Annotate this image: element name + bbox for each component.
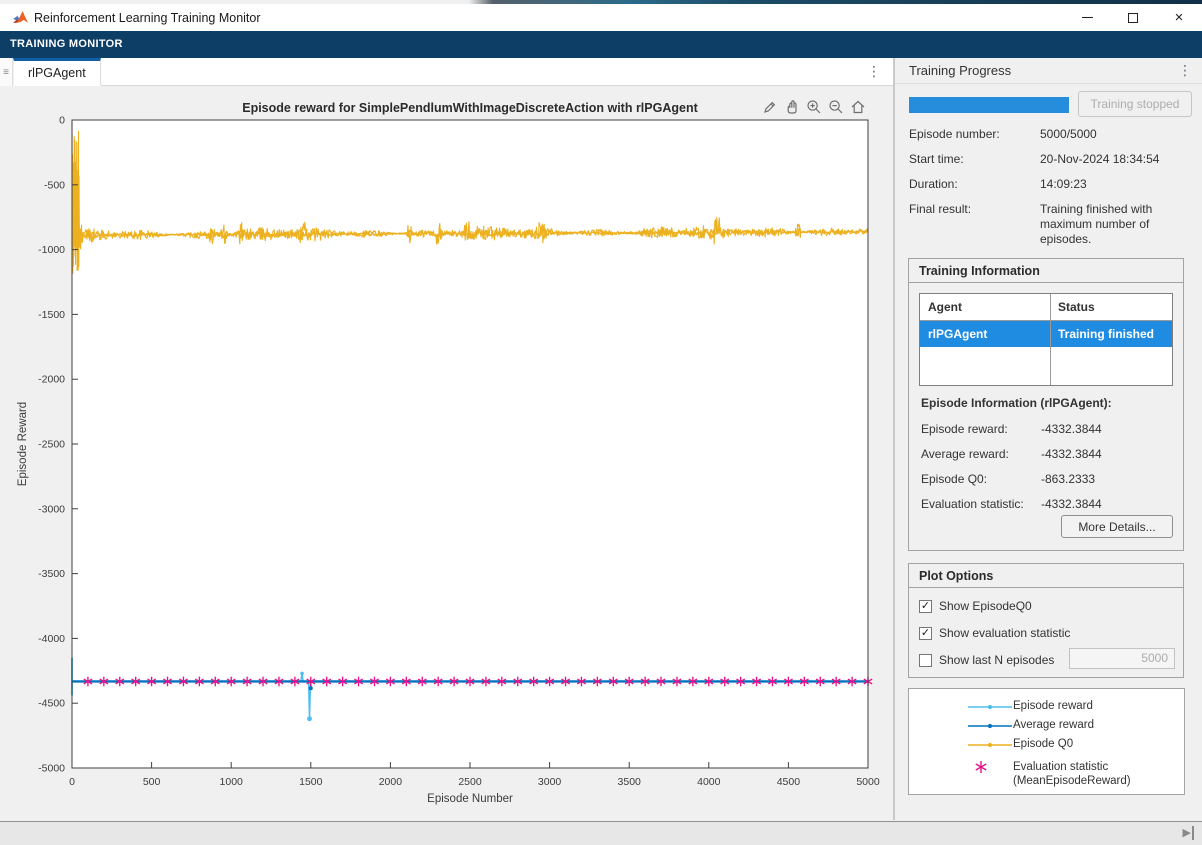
tab-grip-icon[interactable]: ≡	[0, 58, 13, 86]
more-details-button[interactable]: More Details...	[1061, 515, 1173, 538]
training-progress-bar	[909, 97, 1069, 113]
table-header-row: Agent Status	[920, 294, 1172, 321]
svg-text:-3000: -3000	[38, 503, 65, 515]
chart-panel: Episode reward for SimplePendlumWithImag…	[0, 86, 893, 820]
svg-text:-2000: -2000	[38, 374, 65, 386]
table-column-divider	[1050, 294, 1051, 385]
show-episodeq0-checkbox[interactable]: ✓ Show EpisodeQ0	[919, 598, 1032, 614]
checkbox-icon[interactable]: ✓	[919, 626, 932, 640]
svg-text:5000: 5000	[856, 776, 880, 788]
svg-text:2000: 2000	[379, 776, 403, 788]
svg-text:-4000: -4000	[38, 633, 65, 645]
duration-row: Duration: 14:09:23	[909, 177, 1087, 191]
legend-line-dot-icon	[967, 718, 1013, 734]
episode-number-row: Episode number: 5000/5000	[909, 127, 1097, 141]
svg-text:3000: 3000	[538, 776, 562, 788]
legend-episode-q0: Episode Q0	[909, 737, 1184, 755]
svg-text:Episode Number: Episode Number	[427, 793, 513, 805]
svg-text:0: 0	[59, 115, 65, 127]
ribbon-tab-training-monitor[interactable]: TRAINING MONITOR	[10, 38, 123, 50]
episode-information-title: Episode Information (rlPGAgent):	[921, 396, 1112, 410]
table-row-rlpgagent[interactable]: rlPGAgent Training finished	[920, 321, 1172, 347]
svg-text:4000: 4000	[697, 776, 721, 788]
agent-status-table: Agent Status rlPGAgent Training finished	[919, 293, 1173, 386]
panel-title: Training Progress	[909, 63, 1012, 78]
window-title: Reinforcement Learning Training Monitor	[34, 11, 261, 25]
svg-text:4500: 4500	[777, 776, 801, 788]
svg-text:-1000: -1000	[38, 244, 65, 256]
panel-options-kebab-icon[interactable]: ⋮	[1178, 63, 1192, 77]
show-evaluation-statistic-checkbox[interactable]: ✓ Show evaluation statistic	[919, 625, 1070, 641]
training-progress-fill	[909, 97, 1069, 113]
svg-text:-1500: -1500	[38, 309, 65, 321]
training-progress-panel: Training Progress ⋮ Training stopped Epi…	[895, 58, 1202, 820]
document-tab-bar: ≡ rlPGAgent ⋮	[0, 58, 895, 86]
svg-text:2500: 2500	[458, 776, 482, 788]
bottom-scrollbar[interactable]: ▶	[0, 821, 1202, 845]
tab-rlpgagent[interactable]: rlPGAgent	[13, 58, 101, 86]
training-stopped-button[interactable]: Training stopped	[1078, 91, 1192, 117]
start-time-row: Start time: 20-Nov-2024 18:34:54	[909, 152, 1160, 166]
maximize-button[interactable]	[1110, 4, 1156, 31]
svg-text:-4500: -4500	[38, 698, 65, 710]
svg-text:3500: 3500	[618, 776, 642, 788]
svg-text:-2500: -2500	[38, 439, 65, 451]
episode-reward-row: Episode reward: -4332.3844	[921, 422, 1102, 436]
panel-header: Training Progress ⋮	[895, 58, 1202, 84]
legend-line-dot-icon	[967, 699, 1013, 715]
svg-text:Episode Reward: Episode Reward	[17, 402, 29, 486]
scroll-to-end-icon[interactable]: ▶	[1183, 826, 1194, 840]
legend-episode-reward: Episode reward	[909, 699, 1184, 717]
checkbox-icon[interactable]: ✓	[919, 599, 932, 613]
svg-text:-5000: -5000	[38, 763, 65, 775]
matlab-logo-icon	[12, 9, 29, 31]
window-titlebar: Reinforcement Learning Training Monitor …	[0, 4, 1202, 31]
legend-average-reward: Average reward	[909, 718, 1184, 736]
training-information-group: Training Information Agent Status rlPGAg…	[908, 258, 1184, 551]
svg-text:0: 0	[69, 776, 75, 788]
training-information-title: Training Information	[909, 259, 1183, 283]
reward-plot[interactable]: 0 500 1000 1500 2000 2500 3000 3500 4000 4500 5000…	[0, 86, 893, 820]
evaluation-statistic-row: Evaluation statistic: -4332.3844	[921, 497, 1102, 511]
average-reward-row: Average reward: -4332.3844	[921, 447, 1102, 461]
svg-text:-500: -500	[44, 179, 65, 191]
episode-q0-row: Episode Q0: -863.2333	[921, 472, 1096, 486]
show-last-n-episodes-checkbox[interactable]: Show last N episodes	[919, 652, 1054, 668]
svg-text:-3500: -3500	[38, 568, 65, 580]
legend-line-dot-icon	[967, 737, 1013, 753]
tab-options-kebab-icon[interactable]: ⋮	[867, 64, 881, 78]
close-button[interactable]: ×	[1156, 4, 1202, 31]
final-result-row: Final result: Training finished with maxi…	[909, 202, 1153, 246]
checkbox-icon[interactable]	[919, 653, 932, 667]
legend-asterisk-icon	[967, 759, 1013, 775]
legend-evaluation-statistic: Evaluation statistic (MeanEpisodeReward)	[909, 759, 1184, 789]
svg-text:1000: 1000	[220, 776, 244, 788]
svg-text:500: 500	[143, 776, 161, 788]
last-n-episodes-input[interactable]: 5000	[1069, 648, 1175, 669]
svg-text:1500: 1500	[299, 776, 323, 788]
plot-options-title: Plot Options	[909, 564, 1183, 588]
chart-legend: Episode reward Average reward Episode Q0…	[908, 688, 1185, 795]
plot-options-group: Plot Options ✓ Show EpisodeQ0 ✓ Show eva…	[908, 563, 1184, 678]
toolstrip-ribbon: TRAINING MONITOR	[0, 31, 1202, 58]
minimize-button[interactable]	[1064, 4, 1110, 31]
